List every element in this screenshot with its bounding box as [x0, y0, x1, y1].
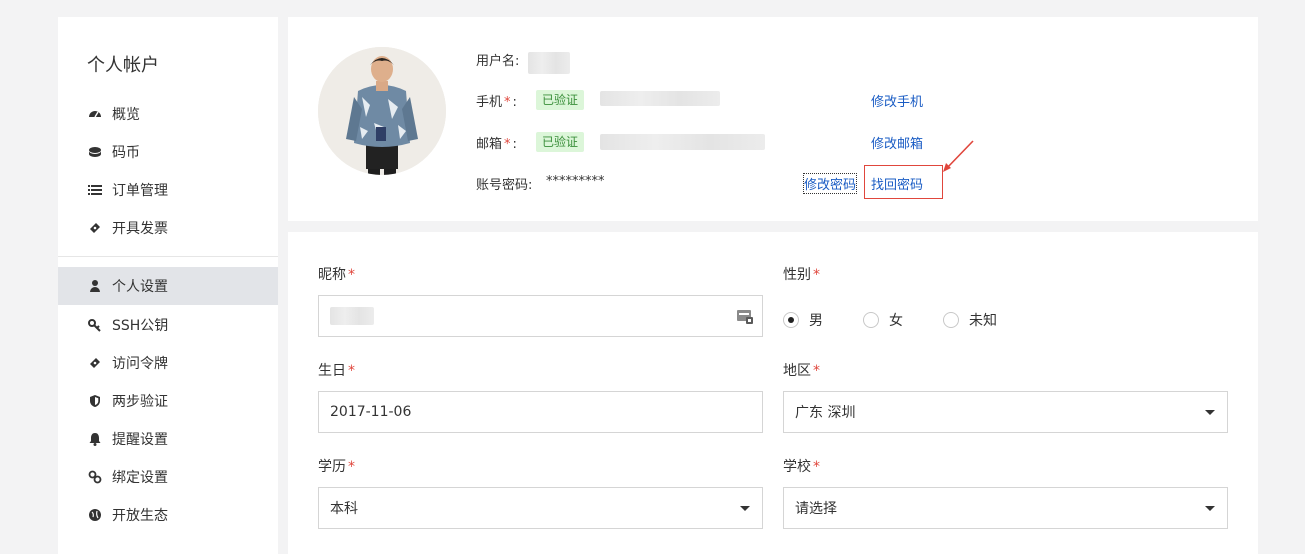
birthday-input[interactable]: 2017-11-06 [318, 391, 763, 433]
region-select[interactable]: 广东 深圳 [783, 391, 1228, 433]
sidebar-item-label: 提醒设置 [112, 432, 168, 448]
key-icon [88, 318, 102, 332]
password-label: 账号密码: [476, 178, 533, 193]
sidebar-item-label: 绑定设置 [112, 470, 168, 486]
radio-button[interactable] [943, 312, 959, 328]
phone-value-blurred [600, 91, 720, 106]
gender-option-female[interactable]: 女 [863, 310, 903, 330]
region-label: 地区 * [783, 363, 820, 379]
sidebar-item-ssh-keys[interactable]: SSH公钥 [58, 306, 278, 344]
radio-button[interactable] [863, 312, 879, 328]
ticket-icon [88, 221, 102, 235]
edit-phone-link[interactable]: 修改手机 [871, 91, 923, 110]
sidebar-item-notifications[interactable]: 提醒设置 [58, 420, 278, 458]
sidebar-item-overview[interactable]: 概览 [58, 95, 278, 133]
sidebar-item-two-factor[interactable]: 两步验证 [58, 382, 278, 420]
sidebar-item-label: 两步验证 [112, 394, 168, 410]
sidebar-item-access-tokens[interactable]: 访问令牌 [58, 344, 278, 382]
annotation-arrow-icon [943, 140, 974, 172]
highlight-box [864, 165, 943, 199]
shield-icon [88, 394, 102, 408]
sidebar-item-label: 访问令牌 [112, 356, 168, 372]
token-icon [88, 356, 102, 370]
email-label: 邮箱 *: [476, 137, 517, 152]
education-select[interactable]: 本科 [318, 487, 763, 529]
education-label: 学历 * [318, 459, 355, 475]
school-select[interactable]: 请选择 [783, 487, 1228, 529]
sidebar-item-bindings[interactable]: 绑定设置 [58, 458, 278, 496]
sidebar-item-label: 订单管理 [112, 183, 168, 199]
sidebar-title: 个人帐户 [87, 55, 159, 76]
password-value: ********* [546, 174, 605, 189]
password-manager-icon[interactable] [736, 308, 754, 330]
sidebar-item-invoice[interactable]: 开具发票 [58, 209, 278, 247]
username-value-blurred [528, 52, 570, 74]
gender-option-male[interactable]: 男 [783, 310, 823, 330]
school-label: 学校 * [783, 459, 820, 475]
username-label: 用户名: [476, 54, 520, 69]
bell-icon [88, 432, 102, 446]
nickname-input[interactable] [318, 295, 763, 337]
coin-icon [88, 145, 102, 159]
gender-option-unknown[interactable]: 未知 [943, 310, 997, 330]
gender-label: 性别 * [783, 267, 820, 283]
sidebar-item-label: SSH公钥 [112, 318, 169, 334]
globe-icon [88, 508, 102, 522]
edit-password-link[interactable]: 修改密码 [802, 173, 858, 194]
sidebar-item-label: 开具发票 [112, 221, 168, 237]
sidebar-item-label: 个人设置 [112, 279, 168, 295]
sidebar-item-label: 开放生态 [112, 508, 168, 524]
email-value-blurred [600, 134, 765, 150]
phone-label: 手机 *: [476, 95, 517, 110]
link-icon [88, 470, 102, 484]
sidebar: 个人帐户 概览 码币 订单管理 开具发票 个人设置 SSH公钥 访问令牌 两步验… [58, 17, 278, 554]
sidebar-item-personal-settings[interactable]: 个人设置 [58, 267, 278, 305]
edit-email-link[interactable]: 修改邮箱 [871, 133, 923, 152]
birthday-label: 生日 * [318, 363, 355, 379]
email-verified-badge: 已验证 [536, 132, 585, 152]
sidebar-divider [58, 256, 278, 257]
sidebar-item-coins[interactable]: 码币 [58, 133, 278, 171]
nickname-value-blurred [330, 307, 374, 325]
sidebar-item-label: 概览 [112, 107, 140, 123]
phone-verified-badge: 已验证 [536, 90, 585, 110]
radio-button[interactable] [783, 312, 799, 328]
sidebar-item-orders[interactable]: 订单管理 [58, 171, 278, 209]
sidebar-item-label: 码币 [112, 145, 140, 161]
avatar[interactable] [318, 47, 446, 175]
nickname-label: 昵称 * [318, 267, 355, 283]
sidebar-item-open-ecosystem[interactable]: 开放生态 [58, 496, 278, 534]
profile-card: 用户名: 手机 *: 已验证 修改手机 邮箱 *: 已验证 修改邮箱 账号密码: *… [288, 17, 1258, 221]
list-icon [88, 183, 102, 197]
profile-form-card: 昵称 * 性别 * 男 女 未知 生日 * 2017-11-06 地区 * 广东 深圳 … [288, 232, 1258, 554]
dashboard-icon [88, 107, 102, 121]
user-icon [88, 279, 102, 293]
